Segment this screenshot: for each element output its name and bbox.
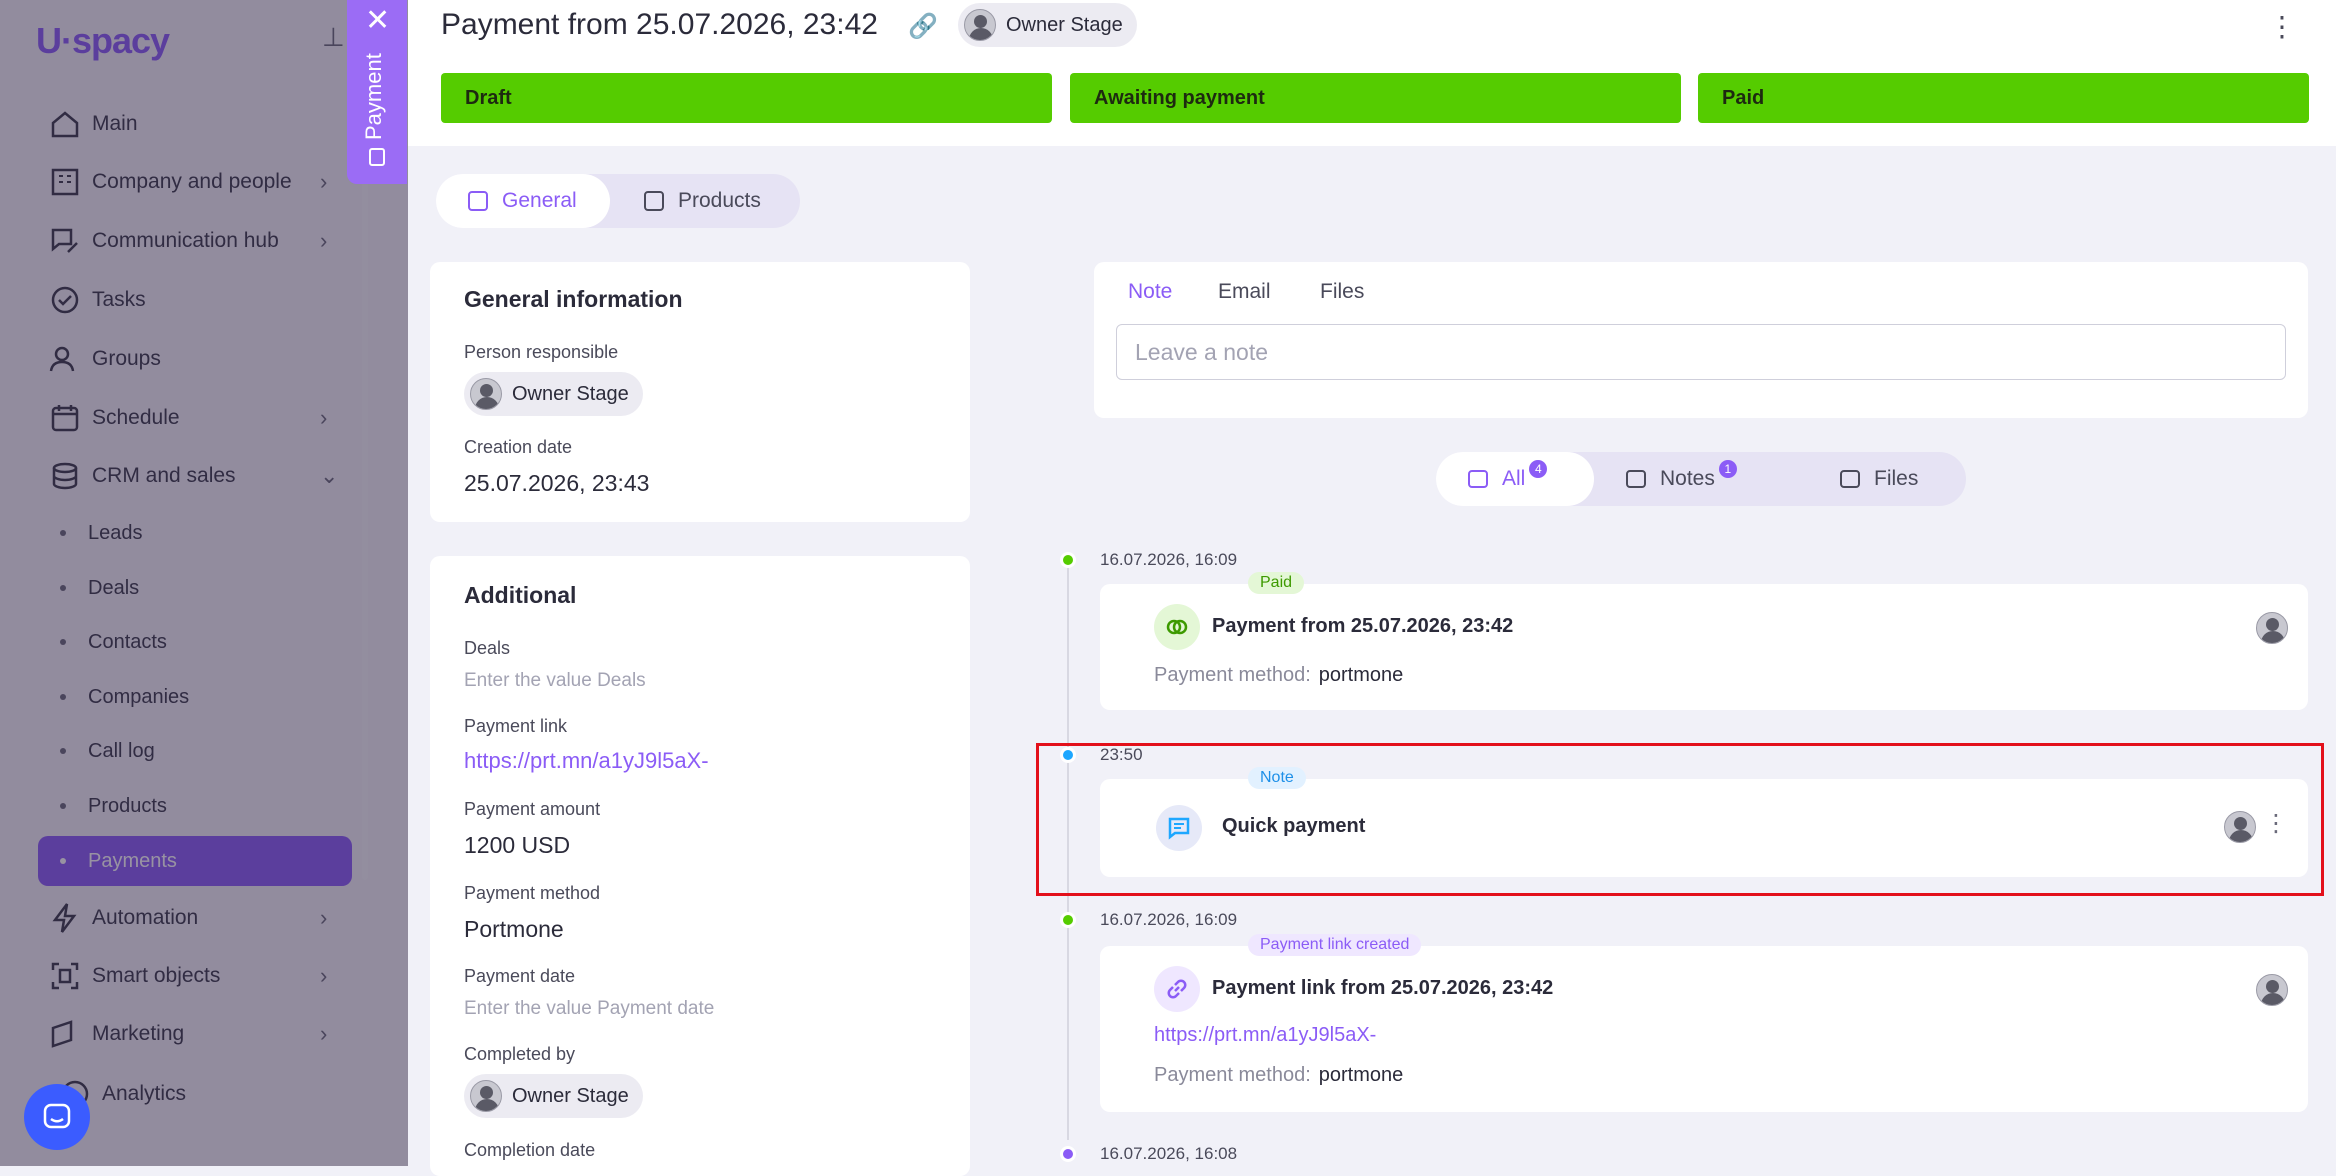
composer-tab-email[interactable]: Email xyxy=(1218,280,1271,304)
event-time: 16.07.2026, 16:09 xyxy=(1100,910,1238,929)
field-label: Completed by xyxy=(464,1044,576,1064)
filter-all[interactable]: All 4 xyxy=(1436,452,1594,506)
payment-method-value: Portmone xyxy=(464,916,564,942)
timeline-dot xyxy=(1060,1146,1076,1162)
composer-tab-files[interactable]: Files xyxy=(1320,280,1364,304)
avatar xyxy=(470,378,502,410)
avatar xyxy=(470,1080,502,1112)
filter-files[interactable]: Files xyxy=(1840,452,1918,506)
filter-label: Notes xyxy=(1660,467,1715,490)
page-title: Payment from 25.07.2026, 23:42 xyxy=(441,8,878,41)
document-icon xyxy=(369,148,385,166)
box-icon xyxy=(644,191,664,211)
note-icon xyxy=(1626,470,1646,488)
chat-bubble-icon xyxy=(43,1103,71,1129)
highlight-box xyxy=(1036,743,2324,896)
payment-panel: Payment from 25.07.2026, 23:42 🔗 Owner S… xyxy=(408,0,2336,1176)
payment-amount-value: 1200 USD xyxy=(464,832,571,858)
event-author xyxy=(2256,612,2288,644)
stage-paid[interactable]: Paid xyxy=(1698,73,2309,123)
composer-tab-note[interactable]: Note xyxy=(1128,280,1172,304)
copy-link-icon[interactable]: 🔗 xyxy=(908,12,938,41)
field-label: Deals xyxy=(464,638,511,658)
filter-label: Files xyxy=(1874,467,1919,490)
general-information-card: General information Person responsible O… xyxy=(430,262,970,522)
owner-name: Owner Stage xyxy=(1006,13,1123,36)
timeline-dot xyxy=(1060,912,1076,928)
meta-label: Payment method: xyxy=(1154,1064,1311,1086)
count-badge: 4 xyxy=(1529,460,1548,478)
completed-by-name: Owner Stage xyxy=(512,1084,629,1107)
event-meta: Payment method: portmone xyxy=(1154,1064,1403,1087)
payment-link-icon xyxy=(1154,604,1200,650)
note-composer: Note Email Files xyxy=(1094,262,2308,418)
field-label: Creation date xyxy=(464,437,573,457)
field-label: Payment method xyxy=(464,883,601,903)
avatar xyxy=(2256,974,2288,1006)
tab-products[interactable]: Products xyxy=(614,174,794,228)
panel-tab-label: Payment xyxy=(361,53,386,140)
timeline-dot xyxy=(1060,552,1076,568)
card-title: Additional xyxy=(464,582,577,608)
card-title: General information xyxy=(464,286,683,312)
owner-chip[interactable]: Owner Stage xyxy=(958,3,1137,47)
event-time: 16.07.2026, 16:09 xyxy=(1100,550,1238,569)
timeline-event-payment[interactable]: Paid Payment from 25.07.2026, 23:42 Paym… xyxy=(1100,572,2308,710)
completed-by-chip[interactable]: Owner Stage xyxy=(464,1074,643,1118)
meta-label: Payment method: xyxy=(1154,664,1311,686)
link-icon xyxy=(1154,966,1200,1012)
note-input[interactable] xyxy=(1116,324,2286,380)
event-link[interactable]: https://prt.mn/a1yJ9l5aX- xyxy=(1154,1024,1376,1047)
event-title: Payment link from 25.07.2026, 23:42 xyxy=(1212,977,1554,999)
event-badge: Paid xyxy=(1248,572,1305,594)
filter-label: All xyxy=(1502,467,1526,490)
avatar xyxy=(964,9,996,41)
field-label: Payment amount xyxy=(464,799,601,819)
field-label: Payment date xyxy=(464,966,576,986)
event-time: 16.07.2026, 16:08 xyxy=(1100,1144,1238,1163)
stage-awaiting-payment[interactable]: Awaiting payment xyxy=(1070,73,1681,123)
avatar xyxy=(2256,612,2288,644)
field-label: Person responsible xyxy=(464,342,619,362)
filter-notes[interactable]: Notes 1 xyxy=(1626,452,1737,506)
field-label: Payment link xyxy=(464,716,568,736)
close-icon[interactable]: ✕ xyxy=(365,6,390,36)
file-icon xyxy=(1840,470,1860,488)
person-name: Owner Stage xyxy=(512,382,629,405)
meta-value: portmone xyxy=(1318,1064,1404,1086)
creation-date-value: 25.07.2026, 23:43 xyxy=(464,470,650,496)
event-meta: Payment method: portmone xyxy=(1154,664,1403,687)
person-responsible-chip[interactable]: Owner Stage xyxy=(464,372,643,416)
stage-draft[interactable]: Draft xyxy=(441,73,1052,123)
event-author xyxy=(2256,974,2288,1006)
timeline-event-payment-link[interactable]: Payment link created Payment link from 2… xyxy=(1100,934,2308,1112)
list-icon xyxy=(1468,470,1488,488)
panel-side-tab[interactable]: ✕ Payment xyxy=(347,0,407,184)
event-title: Payment from 25.07.2026, 23:42 xyxy=(1212,615,1514,637)
list-icon xyxy=(468,191,488,211)
meta-value: portmone xyxy=(1318,664,1404,686)
field-label: Completion date xyxy=(464,1140,596,1160)
tab-general[interactable]: General xyxy=(436,174,610,228)
tab-label: General xyxy=(502,189,577,212)
deals-field[interactable]: Enter the value Deals xyxy=(464,670,646,692)
additional-card: Additional Deals Enter the value Deals P… xyxy=(430,556,970,1176)
more-options-icon[interactable]: ⋮ xyxy=(2268,10,2296,43)
tab-label: Products xyxy=(678,189,761,212)
header: Payment from 25.07.2026, 23:42 🔗 Owner S… xyxy=(408,0,2336,146)
payment-date-field[interactable]: Enter the value Payment date xyxy=(464,998,714,1020)
timeline-filters: All 4 Notes 1 Files xyxy=(1436,452,1966,506)
event-badge: Payment link created xyxy=(1248,934,1422,956)
payment-link[interactable]: https://prt.mn/a1yJ9l5aX- xyxy=(464,748,709,774)
section-tabs: General Products xyxy=(436,174,800,228)
support-chat-button[interactable] xyxy=(24,1084,90,1150)
count-badge: 1 xyxy=(1718,460,1737,478)
